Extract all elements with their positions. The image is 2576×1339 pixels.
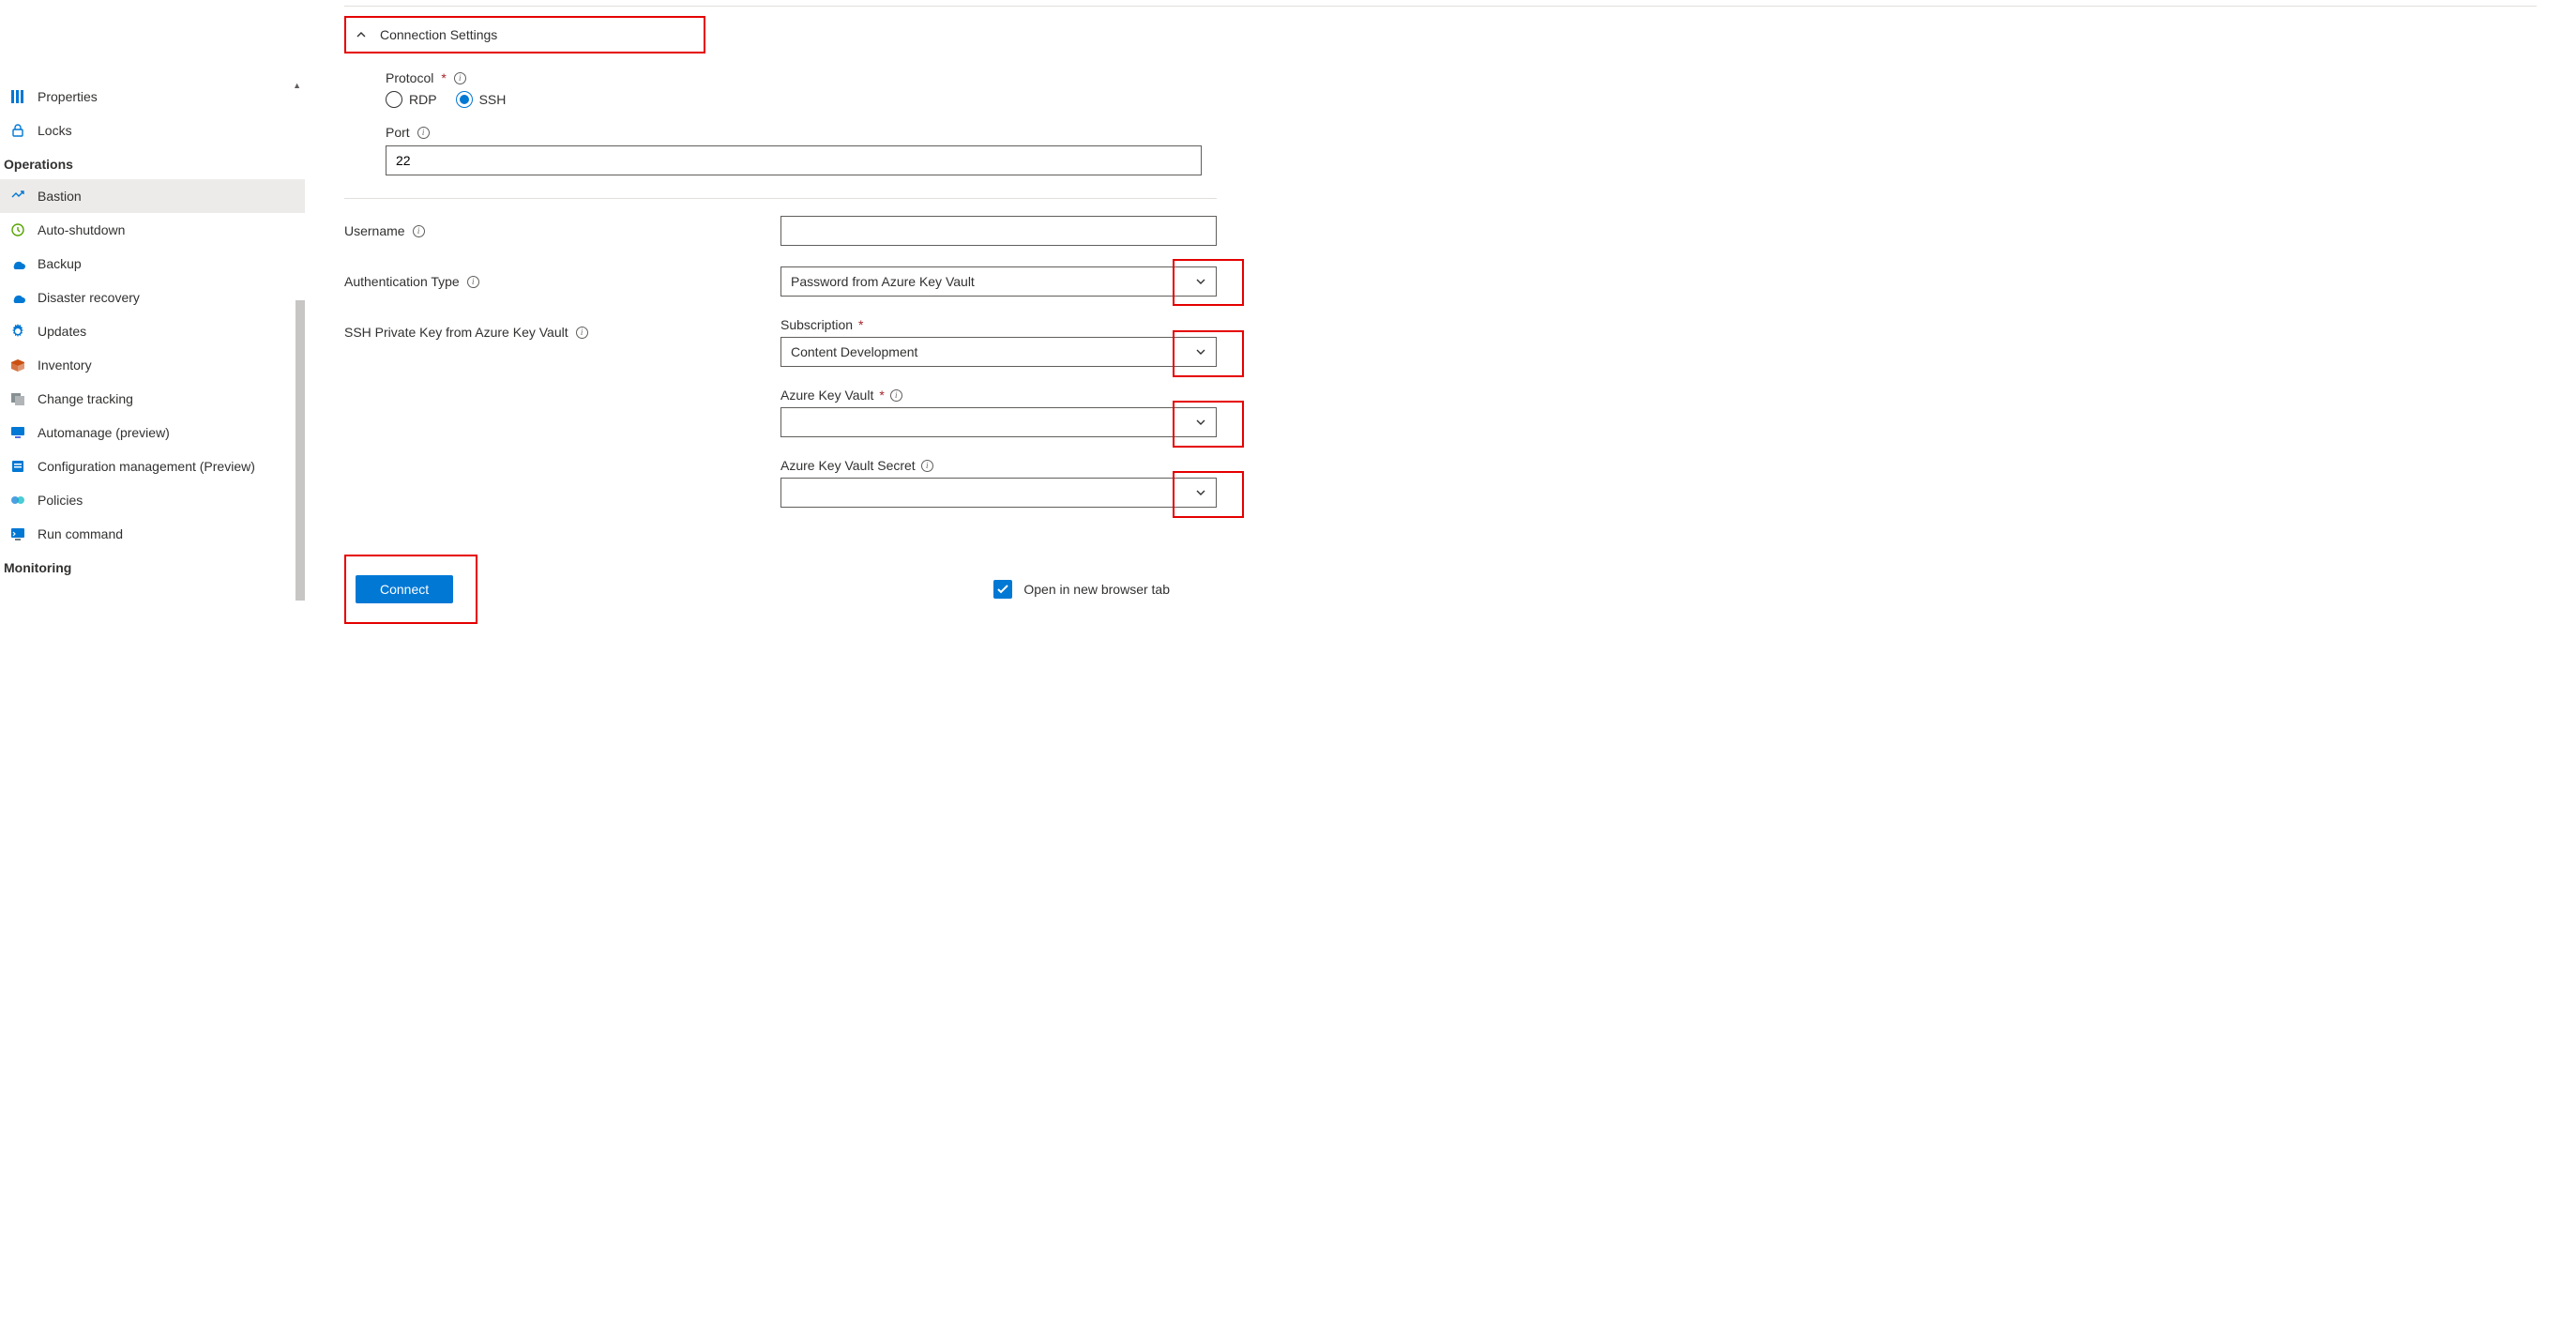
lock-icon	[9, 122, 26, 139]
divider	[344, 6, 2537, 7]
sidebar-label: Change tracking	[38, 391, 133, 406]
chevron-down-icon	[1195, 487, 1206, 498]
section-operations: Operations	[0, 147, 305, 179]
port-field: Port i	[344, 125, 2537, 175]
tracking-icon	[9, 390, 26, 407]
keyvault-dropdown[interactable]	[780, 407, 1217, 437]
protocol-field: Protocol * i RDP SSH	[344, 70, 2537, 108]
sidebar-item-bastion[interactable]: Bastion	[0, 179, 305, 213]
box-icon	[9, 357, 26, 373]
info-icon[interactable]: i	[576, 327, 588, 339]
scrollbar[interactable]	[295, 300, 305, 601]
runcmd-icon	[9, 525, 26, 542]
info-icon[interactable]: i	[413, 225, 425, 237]
username-input[interactable]	[780, 216, 1217, 246]
config-icon	[9, 458, 26, 475]
sidebar-label: Properties	[38, 89, 98, 104]
connection-settings-label: Connection Settings	[380, 27, 497, 42]
protocol-label: Protocol	[386, 70, 433, 85]
sidebar-item-policies[interactable]: Policies	[0, 483, 305, 517]
sidebar-item-locks[interactable]: Locks	[0, 114, 305, 147]
sidebar-label: Inventory	[38, 358, 92, 373]
sidebar-label: Automanage (preview)	[38, 425, 170, 440]
recovery-icon	[9, 289, 26, 306]
auth-type-label: Authentication Type	[344, 274, 460, 289]
sidebar-label: Locks	[38, 123, 72, 138]
sidebar-label: Configuration management (Preview)	[38, 459, 255, 474]
sidebar-label: Policies	[38, 493, 83, 508]
credentials-section: Username i Authentication Type i SSH Pri…	[344, 216, 1245, 528]
sidebar-item-backup[interactable]: Backup	[0, 247, 305, 281]
sidebar-item-inventory[interactable]: Inventory	[0, 348, 305, 382]
radio-unchecked-icon	[386, 91, 402, 108]
checkbox-checked-icon	[993, 580, 1012, 599]
section-monitoring: Monitoring	[0, 551, 305, 583]
info-icon[interactable]: i	[417, 127, 430, 139]
chevron-up-icon	[356, 29, 367, 40]
protocol-ssh-radio[interactable]: SSH	[456, 91, 507, 108]
sidebar-item-change-tracking[interactable]: Change tracking	[0, 382, 305, 416]
sidebar: ▲ Properties Locks Operations Bastion Au	[0, 0, 305, 1339]
auth-type-value: Password from Azure Key Vault	[791, 274, 975, 289]
divider	[344, 198, 1217, 199]
bottom-row: Connect Open in new browser tab	[344, 555, 1245, 624]
required-mark: *	[441, 70, 446, 85]
info-icon[interactable]: i	[467, 276, 479, 288]
monitor-icon	[9, 424, 26, 441]
port-input[interactable]	[386, 145, 1202, 175]
radio-checked-icon	[456, 91, 473, 108]
required-mark: *	[858, 317, 863, 332]
sidebar-item-automanage[interactable]: Automanage (preview)	[0, 416, 305, 449]
connect-button[interactable]: Connect	[356, 575, 453, 603]
chevron-down-icon	[1195, 417, 1206, 428]
sidebar-item-configuration-management[interactable]: Configuration management (Preview)	[0, 449, 305, 483]
subscription-value: Content Development	[791, 344, 917, 359]
sidebar-label: Updates	[38, 324, 86, 339]
connection-settings-toggle[interactable]: Connection Settings	[344, 16, 705, 53]
sidebar-item-run-command[interactable]: Run command	[0, 517, 305, 551]
subscription-dropdown[interactable]: Content Development	[780, 337, 1217, 367]
auth-type-dropdown[interactable]: Password from Azure Key Vault	[780, 266, 1217, 297]
open-new-tab-label: Open in new browser tab	[1023, 582, 1170, 597]
port-label: Port	[386, 125, 410, 140]
sidebar-label: Backup	[38, 256, 82, 271]
sidebar-label: Auto-shutdown	[38, 222, 125, 237]
scroll-up-icon[interactable]: ▲	[293, 81, 301, 90]
required-mark: *	[879, 388, 884, 403]
keyvault-label: Azure Key Vault	[780, 388, 873, 403]
ssh-key-label: SSH Private Key from Azure Key Vault	[344, 325, 568, 340]
chevron-down-icon	[1195, 276, 1206, 287]
username-label: Username	[344, 223, 405, 238]
app-root: ▲ Properties Locks Operations Bastion Au	[0, 0, 2576, 1339]
backup-icon	[9, 255, 26, 272]
policy-icon	[9, 492, 26, 509]
protocol-rdp-label: RDP	[409, 92, 437, 107]
secret-dropdown[interactable]	[780, 478, 1217, 508]
protocol-ssh-label: SSH	[479, 92, 507, 107]
info-icon[interactable]: i	[454, 72, 466, 84]
chevron-down-icon	[1195, 346, 1206, 358]
gear-icon	[9, 323, 26, 340]
sidebar-item-updates[interactable]: Updates	[0, 314, 305, 348]
secret-label: Azure Key Vault Secret	[780, 458, 916, 473]
main-panel: Connection Settings Protocol * i RDP SSH	[305, 0, 2576, 1339]
sidebar-item-auto-shutdown[interactable]: Auto-shutdown	[0, 213, 305, 247]
sidebar-item-properties[interactable]: Properties	[0, 80, 305, 114]
open-new-tab-checkbox[interactable]: Open in new browser tab	[993, 580, 1170, 599]
sidebar-label: Run command	[38, 526, 123, 541]
protocol-rdp-radio[interactable]: RDP	[386, 91, 437, 108]
properties-icon	[9, 88, 26, 105]
bastion-icon	[9, 188, 26, 205]
clock-icon	[9, 221, 26, 238]
sidebar-item-disaster-recovery[interactable]: Disaster recovery	[0, 281, 305, 314]
sidebar-label: Disaster recovery	[38, 290, 140, 305]
subscription-label: Subscription	[780, 317, 853, 332]
info-icon[interactable]: i	[890, 389, 902, 402]
connect-highlight: Connect	[344, 555, 477, 624]
info-icon[interactable]: i	[921, 460, 933, 472]
sidebar-label: Bastion	[38, 189, 82, 204]
